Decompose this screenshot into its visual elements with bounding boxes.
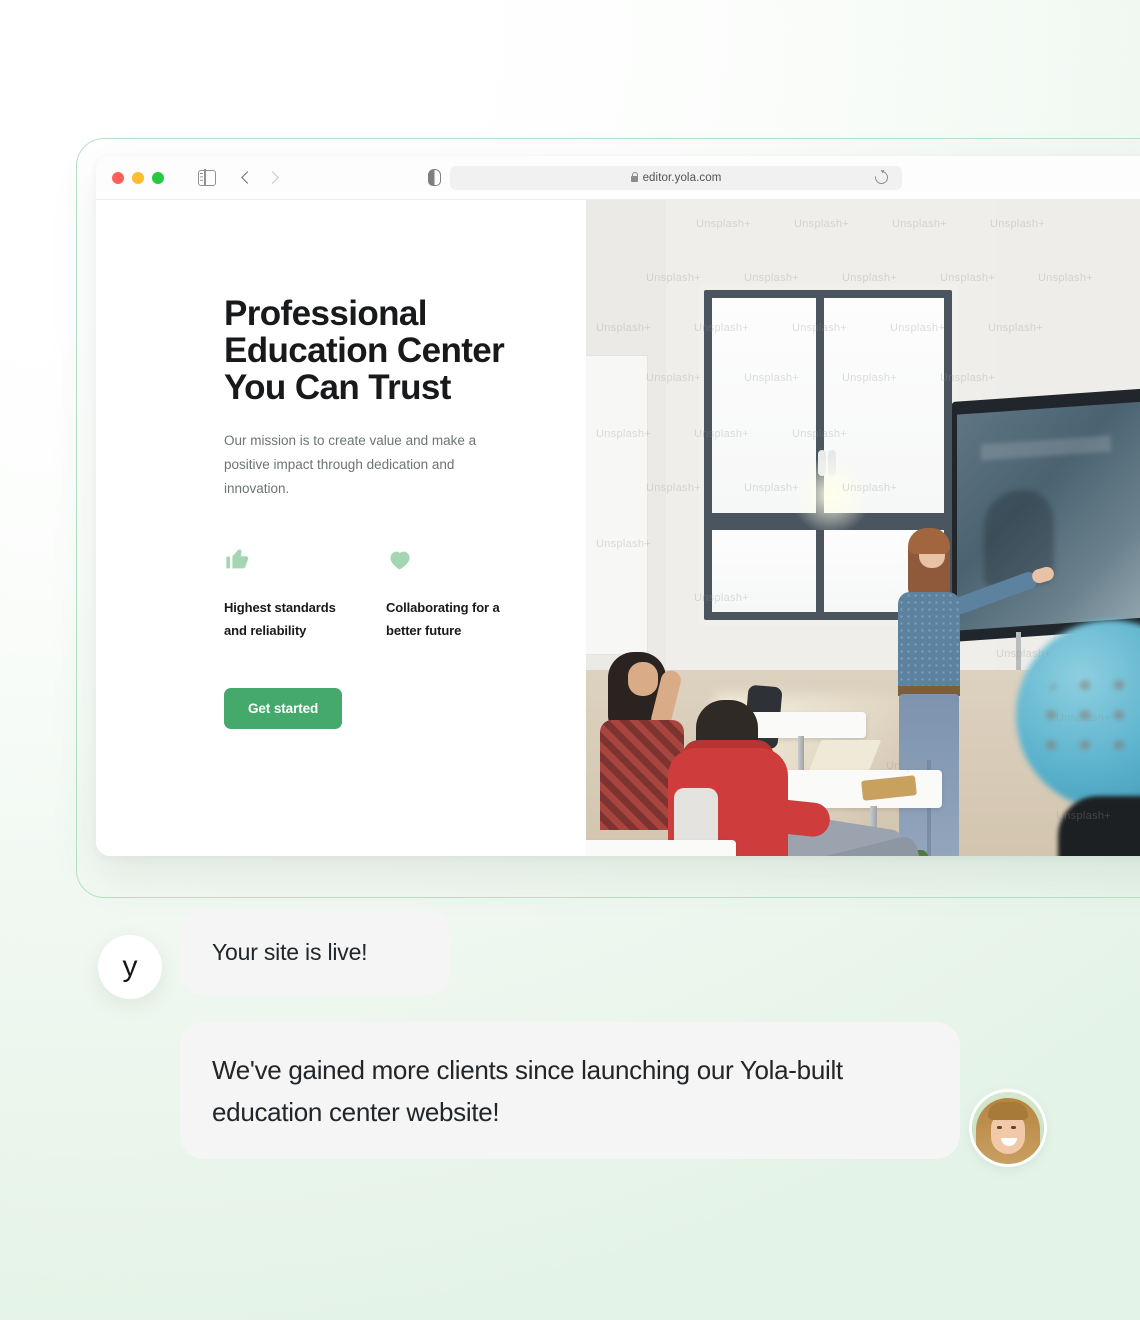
heart-icon (386, 543, 548, 573)
client-avatar (972, 1092, 1044, 1164)
chat-message-text: We've gained more clients since launchin… (212, 1055, 843, 1127)
hero-subtitle: Our mission is to create value and make … (224, 433, 477, 497)
close-window-button[interactable] (112, 171, 124, 184)
chat-bubble-status: Your site is live! (180, 910, 450, 995)
feature-item-standards: Highest standards and reliability (224, 543, 386, 642)
forward-button-icon[interactable] (266, 170, 282, 186)
chat-message-text: Your site is live! (212, 939, 368, 965)
yola-brand-avatar: y (98, 935, 162, 999)
feature-item-collaborating: Collaborating for a better future (386, 543, 548, 642)
feature-label: Highest standards and reliability (224, 600, 336, 638)
address-bar[interactable]: editor.yola.com (450, 165, 902, 190)
address-url-text: editor.yola.com (642, 171, 722, 184)
lock-icon (630, 171, 638, 182)
maximize-window-button[interactable] (152, 171, 164, 184)
back-button-icon[interactable] (238, 170, 254, 186)
chat-bubble-testimonial: We've gained more clients since launchin… (180, 1022, 960, 1159)
browser-toolbar: editor.yola.com (96, 156, 1140, 200)
classroom-photo: Unsplash+ Unsplash+ Unsplash+ Unsplash+ … (586, 200, 1140, 856)
window-controls[interactable] (112, 171, 164, 184)
hero-text-column: Professional Education Center You Can Tr… (96, 200, 586, 856)
thumbs-up-icon (224, 543, 386, 573)
hero-title: Professional Education Center You Can Tr… (224, 294, 505, 407)
minimize-window-button[interactable] (132, 171, 144, 184)
website-preview: Professional Education Center You Can Tr… (96, 200, 1140, 856)
sidebar-toggle-icon[interactable] (198, 168, 216, 187)
feature-label: Collaborating for a better future (386, 600, 500, 638)
reload-icon[interactable] (872, 168, 891, 187)
browser-window: editor.yola.com Professional Education C… (96, 156, 1140, 856)
get-started-button[interactable]: Get started (224, 688, 343, 730)
feature-list: Highest standards and reliability Collab… (224, 543, 586, 642)
privacy-shield-icon[interactable] (428, 169, 441, 186)
